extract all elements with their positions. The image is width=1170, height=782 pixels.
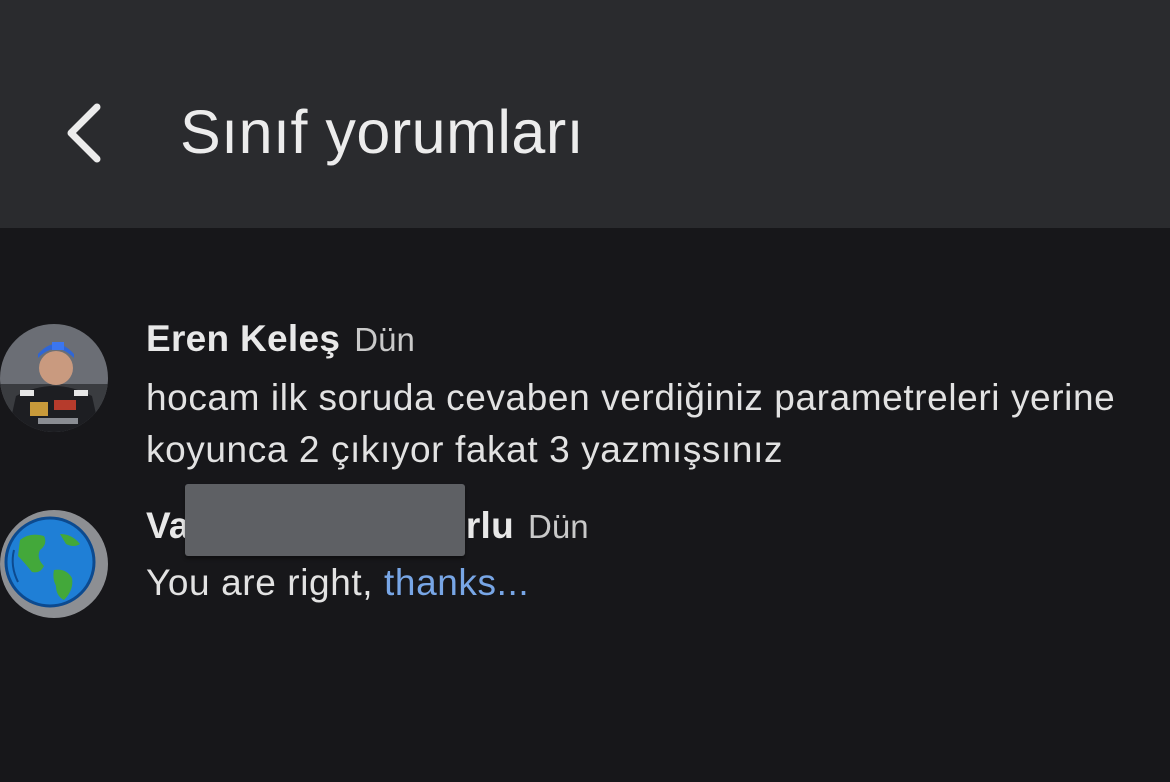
comment-time: Dün [528,508,589,545]
redaction-box [185,484,465,556]
chevron-left-icon [67,103,101,163]
comment-text: hocam ilk soruda cevaben verdiğiniz para… [146,377,1116,470]
comment-header: Eren Keleş Dün [146,318,415,360]
page-title: Sınıf yorumları [180,98,585,166]
comment-text-main: You are right, [146,562,385,603]
comment-time: Dün [354,321,415,358]
author-name-end[interactable]: rlu [466,505,514,547]
app-bar: Sınıf yorumları [0,0,1170,228]
author-name[interactable]: Eren Keleş [146,318,340,360]
avatar[interactable] [0,324,108,432]
back-button[interactable] [50,90,120,176]
globe-avatar [0,510,108,618]
comment-link[interactable]: thanks... [384,562,529,603]
user-photo-avatar [0,324,108,432]
author-name-start[interactable]: Va [146,505,190,547]
comment-text: You are right, thanks... [146,557,1156,609]
avatar[interactable] [0,510,108,618]
